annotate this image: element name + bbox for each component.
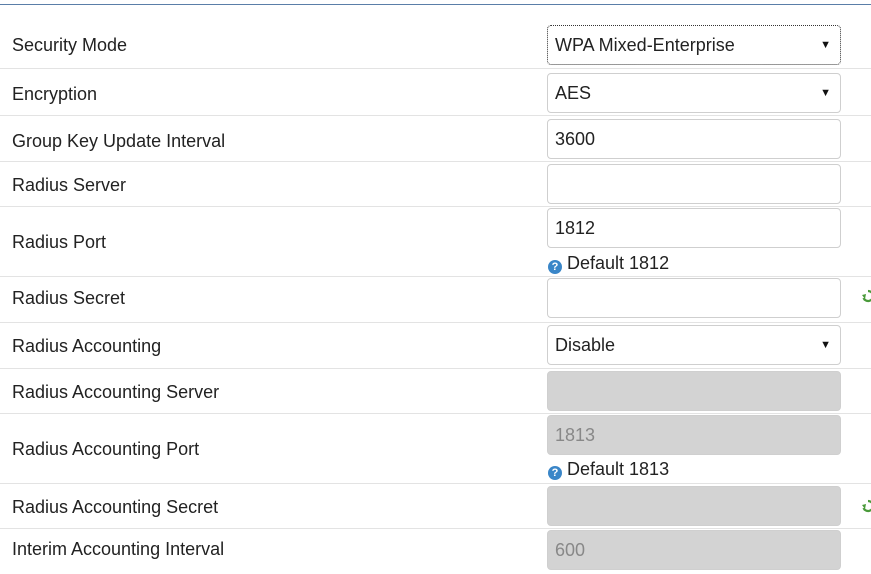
- security-mode-label: Security Mode: [12, 35, 128, 55]
- radius-port-value: 1812: [555, 218, 596, 238]
- chevron-down-icon: ▼: [820, 87, 831, 99]
- row-group-key-update-interval: Group Key Update Interval 3600: [0, 116, 871, 162]
- question-circle-icon: ?: [548, 260, 562, 274]
- radius-secret-input[interactable]: [547, 278, 841, 318]
- interim-accounting-interval-value: 600: [555, 540, 586, 560]
- radius-port-hint: ? Default 1812: [548, 253, 669, 274]
- radius-accounting-value: Disable: [555, 335, 616, 355]
- row-radius-accounting: Radius Accounting Disable ▼: [0, 323, 871, 369]
- radius-server-label: Radius Server: [12, 175, 127, 195]
- refresh-key-icon[interactable]: [861, 289, 871, 305]
- radius-accounting-server-input[interactable]: [547, 371, 841, 411]
- group-key-update-interval-label: Group Key Update Interval: [12, 131, 226, 151]
- radius-accounting-port-hint-text: Default 1813: [567, 459, 670, 479]
- radius-port-label: Radius Port: [12, 232, 107, 252]
- top-border: [0, 4, 871, 5]
- row-radius-accounting-port: Radius Accounting Port 1813 ? Default 181…: [0, 414, 871, 484]
- encryption-label: Encryption: [12, 84, 98, 104]
- radius-accounting-port-input[interactable]: 1813: [547, 415, 841, 455]
- group-key-update-interval-value: 3600: [555, 129, 596, 149]
- radius-port-hint-text: Default 1812: [567, 253, 670, 273]
- row-interim-accounting-interval: Interim Accounting Interval 600: [0, 529, 871, 574]
- question-circle-icon: ?: [548, 466, 562, 480]
- security-mode-select[interactable]: WPA Mixed-Enterprise ▼: [547, 25, 841, 65]
- row-radius-accounting-secret: Radius Accounting Secret: [0, 484, 871, 529]
- radius-accounting-secret-input[interactable]: [547, 486, 841, 526]
- radius-accounting-select[interactable]: Disable ▼: [547, 325, 841, 365]
- radius-accounting-port-label: Radius Accounting Port: [12, 439, 200, 459]
- row-encryption: Encryption AES ▼: [0, 69, 871, 116]
- security-mode-value: WPA Mixed-Enterprise: [555, 35, 735, 55]
- row-security-mode: Security Mode WPA Mixed-Enterprise ▼: [0, 22, 871, 69]
- radius-port-input[interactable]: 1812: [547, 208, 841, 248]
- radius-secret-label: Radius Secret: [12, 288, 126, 308]
- radius-accounting-port-value: 1813: [555, 425, 596, 445]
- encryption-value: AES: [555, 83, 592, 103]
- encryption-select[interactable]: AES ▼: [547, 73, 841, 113]
- row-radius-server: Radius Server: [0, 162, 871, 207]
- chevron-down-icon: ▼: [820, 39, 831, 51]
- radius-accounting-secret-label: Radius Accounting Secret: [12, 497, 219, 517]
- radius-server-input[interactable]: [547, 164, 841, 204]
- interim-accounting-interval-input[interactable]: 600: [547, 530, 841, 570]
- radius-accounting-port-hint: ? Default 1813: [548, 459, 669, 480]
- chevron-down-icon: ▼: [820, 339, 831, 351]
- refresh-key-icon[interactable]: [861, 499, 871, 515]
- radius-accounting-label: Radius Accounting: [12, 336, 162, 356]
- row-radius-accounting-server: Radius Accounting Server: [0, 369, 871, 414]
- interim-accounting-interval-label: Interim Accounting Interval: [12, 539, 225, 559]
- row-radius-port: Radius Port 1812 ? Default 1812: [0, 207, 871, 277]
- group-key-update-interval-input[interactable]: 3600: [547, 119, 841, 159]
- radius-accounting-server-label: Radius Accounting Server: [12, 382, 220, 402]
- row-radius-secret: Radius Secret: [0, 277, 871, 323]
